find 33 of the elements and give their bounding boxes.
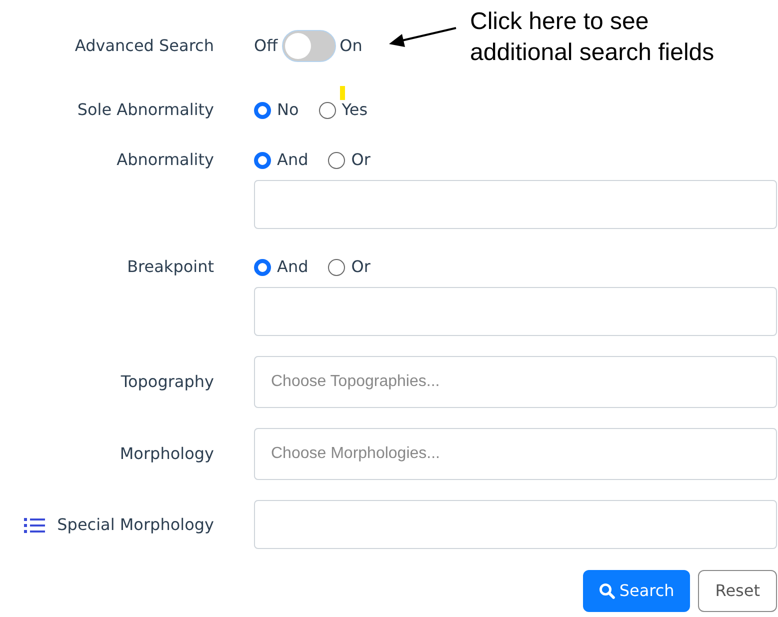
search-button[interactable]: Search [583,570,690,612]
annotation-text: Click here to see additional search fields [470,7,714,68]
field-label: Morphology [120,443,214,465]
radio-label[interactable]: Or [351,148,370,172]
radio-label[interactable]: And [277,148,308,172]
toggle-switch[interactable] [282,30,336,62]
radio-button[interactable] [254,102,271,118]
radio-button[interactable] [328,258,346,276]
search-icon [599,583,616,599]
radio-label[interactable]: And [277,255,308,279]
field-label: Abnormality [116,149,214,171]
radio-button[interactable] [328,152,346,168]
arrow-icon [389,27,456,47]
field-label: Advanced Search [74,35,214,57]
field-label: Sole Abnormality [77,99,214,121]
input-field[interactable] [254,287,777,336]
off-label: Off [254,35,278,57]
radio-button[interactable] [254,152,271,168]
radio-label[interactable]: Yes [342,98,368,122]
radio-button[interactable] [254,258,271,276]
radio-label[interactable]: No [277,98,299,122]
field-label: Topography [120,371,214,393]
field-label: Breakpoint [127,256,214,278]
select-field[interactable]: Choose Topographies... [254,356,777,408]
on-label: On [340,35,362,57]
input-field[interactable] [254,180,777,229]
input-field[interactable] [254,500,777,549]
list-icon [24,516,46,532]
radio-button[interactable] [318,102,336,118]
select-field[interactable]: Choose Morphologies... [254,428,777,480]
reset-button[interactable]: Reset [698,570,777,612]
field-label: Special Morphology [57,514,214,536]
radio-label[interactable]: Or [351,255,370,279]
